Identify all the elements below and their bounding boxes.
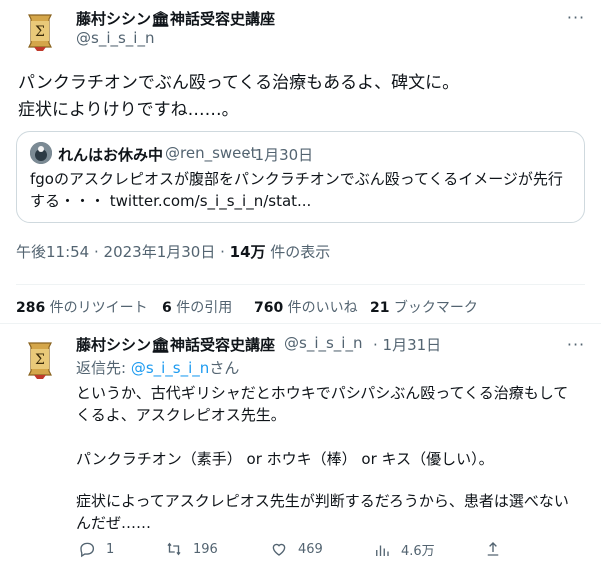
- reply-date[interactable]: · 1月31日: [373, 334, 441, 355]
- author-avatar[interactable]: Σ: [16, 7, 64, 55]
- reply-text-line3: パンクラチオン（素手） or ホウキ（棒） or キス（優しい）。: [76, 450, 494, 468]
- replying-to-handle[interactable]: @s_i_s_i_n: [131, 359, 209, 377]
- share-icon: [487, 542, 499, 556]
- bookmarks-count: 21: [370, 300, 390, 316]
- reply-count: 1: [106, 541, 115, 557]
- quote-text-line1: fgoのアスクレピオスが腹部をパンクラチオンでぶん殴ってくるイメージが先行: [30, 170, 563, 188]
- reply-text-line2: くるよ、アスクレピオス先生。: [76, 406, 286, 424]
- reply-icon: [80, 542, 95, 558]
- quotes-label: 件の引用: [171, 300, 233, 316]
- quote-author-avatar: [30, 142, 52, 164]
- quote-author-handle[interactable]: @ren_sweet: [165, 144, 257, 162]
- likes-stat[interactable]: 760 件のいいね: [254, 297, 358, 317]
- likes-label: 件のいいね: [283, 300, 358, 316]
- retweet-count: 196: [193, 541, 218, 557]
- author-name[interactable]: 藤村シシン🏛神話受容史講座: [76, 8, 275, 29]
- retweet-action[interactable]: 196: [165, 540, 218, 558]
- replying-to-prefix: 返信先:: [76, 359, 131, 377]
- reply-author-avatar[interactable]: Σ: [16, 335, 64, 383]
- retweets-count: 286: [16, 300, 46, 316]
- views-count: 14万: [229, 243, 266, 261]
- quote-date[interactable]: · 1月30日: [245, 144, 313, 165]
- replying-to-suffix: さん: [209, 359, 240, 377]
- reply-text-line1: というか、古代ギリシャだとホウキでパシパシぶん殴ってくる治療もして: [76, 384, 569, 402]
- reply-action[interactable]: 1: [78, 540, 114, 558]
- stats-divider-bottom: [0, 323, 601, 324]
- views-count-reply: 4.6万: [401, 544, 435, 559]
- bookmarks-stat[interactable]: 21 ブックマーク: [370, 297, 478, 317]
- analytics-icon: [376, 545, 389, 556]
- more-options-icon[interactable]: ···: [566, 7, 586, 27]
- retweets-stat[interactable]: 286 件のリツイート: [16, 297, 148, 317]
- share-action[interactable]: [484, 540, 502, 558]
- likes-count: 760: [254, 300, 284, 316]
- author-handle[interactable]: @s_i_s_i_n: [76, 29, 154, 47]
- tweet-text-line1: パンクラチオンでぶん殴ってくる治療もあるよ、碑文に。: [18, 73, 460, 93]
- reply-text-line5: んだぜ……: [76, 514, 152, 532]
- views-action[interactable]: 4.6万: [373, 540, 435, 559]
- svg-text:Σ: Σ: [35, 352, 45, 368]
- views-label: 件の表示: [265, 243, 331, 261]
- tweet-timestamp[interactable]: 午後11:54 · 2023年1月30日 ·: [16, 243, 230, 261]
- svg-text:Σ: Σ: [35, 24, 45, 40]
- stats-divider-top: [16, 284, 585, 285]
- reply-more-options-icon[interactable]: ···: [566, 334, 586, 354]
- quotes-count: 6: [162, 300, 172, 316]
- reply-author-name[interactable]: 藤村シシン🏛神話受容史講座: [76, 334, 275, 355]
- tweet-timestamp-row: 午後11:54 · 2023年1月30日 · 14万 件の表示: [16, 241, 330, 262]
- like-action[interactable]: 469: [270, 540, 323, 558]
- quote-author-name[interactable]: れんはお休み中: [58, 144, 163, 165]
- sweets-avatar-icon: [30, 142, 52, 164]
- bookmarks-label: ブックマーク: [389, 300, 478, 316]
- like-count: 469: [298, 541, 323, 557]
- reply-author-handle[interactable]: @s_i_s_i_n: [284, 334, 362, 352]
- replying-to: 返信先: @s_i_s_i_nさん: [76, 357, 239, 379]
- heart-icon: [272, 543, 286, 556]
- quotes-stat[interactable]: 6 件の引用: [162, 297, 232, 317]
- retweets-label: 件のリツイート: [45, 300, 148, 316]
- reply-text-line4: 症状によってアスクレピオス先生が判断するだろうから、患者は選べない: [76, 492, 569, 510]
- quote-text-line2: する・・・ twitter.com/s_i_s_i_n/stat...: [30, 192, 312, 210]
- sigma-logo-icon: Σ: [16, 335, 64, 383]
- tweet-text-line2: 症状によりけりですね……。: [18, 100, 239, 120]
- sigma-logo-icon: Σ: [16, 7, 64, 55]
- retweet-icon: [167, 542, 181, 556]
